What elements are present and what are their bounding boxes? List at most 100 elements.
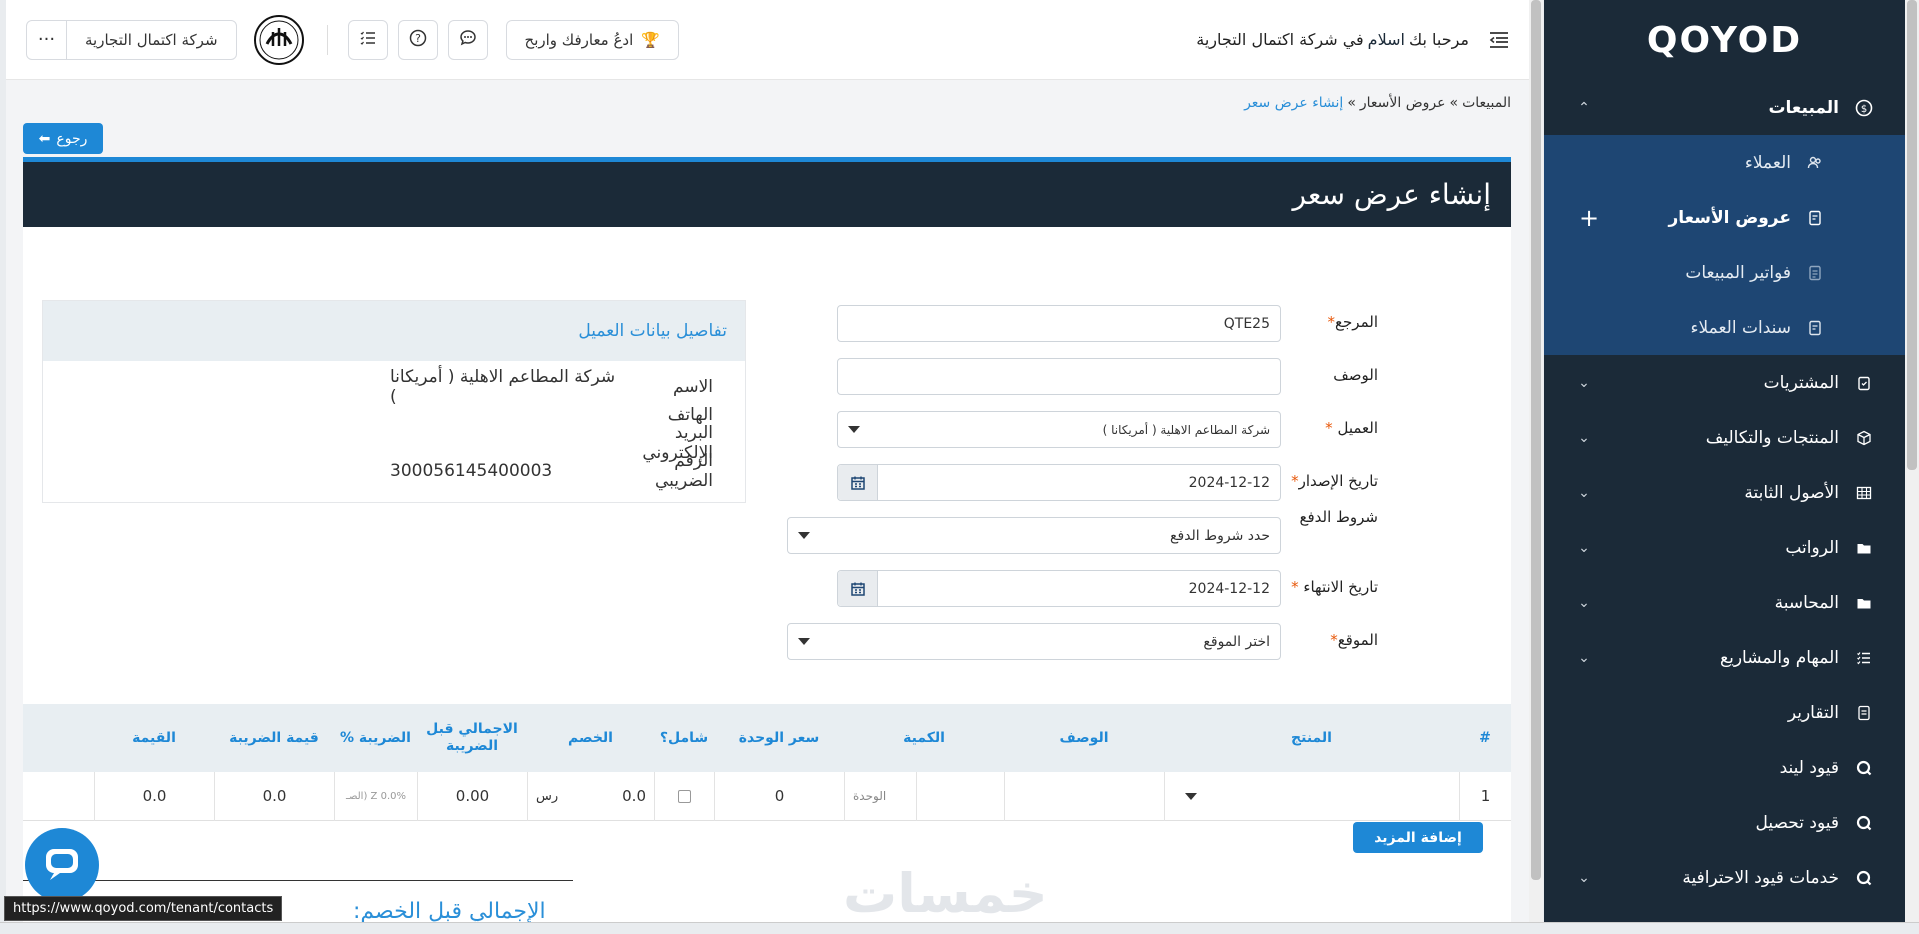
issue-date-row: تاريخ الإصدار* 2024-12-12 bbox=[791, 461, 1511, 501]
reference-field[interactable]: QTE25 bbox=[837, 305, 1281, 342]
main-scrollbar[interactable] bbox=[1529, 0, 1543, 922]
quantity-unit[interactable]: الوحدة bbox=[844, 771, 1004, 821]
receipt-icon bbox=[1805, 318, 1825, 338]
sidebar-item-customers[interactable]: العملاء bbox=[1544, 135, 1905, 190]
description-field[interactable] bbox=[837, 358, 1281, 395]
clipboard-icon bbox=[1853, 372, 1875, 394]
chevron-down-icon: ⌄ bbox=[1578, 594, 1590, 611]
back-button[interactable]: رجوع ⬅ bbox=[23, 123, 103, 154]
reference-row: المرجع* QTE25 bbox=[791, 302, 1511, 342]
sidebar-item-purchases[interactable]: المشتريات ⌄ bbox=[1544, 355, 1905, 410]
sidebar-item-products[interactable]: المنتجات والتكاليف ⌄ bbox=[1544, 410, 1905, 465]
tax-rate-select[interactable]: 0.0% Z (الصـ bbox=[334, 771, 417, 821]
folder-icon bbox=[1853, 592, 1875, 614]
breadcrumb-sales[interactable]: المبيعات bbox=[1462, 95, 1511, 111]
discount-type-select[interactable]: رس bbox=[536, 789, 558, 804]
breadcrumb-current: إنشاء عرض سعر bbox=[1244, 95, 1344, 111]
location-select[interactable]: اختر الموقع bbox=[787, 623, 1281, 660]
payment-terms-select[interactable]: حدد شروط الدفع bbox=[787, 517, 1281, 554]
arrow-left-icon: ⬅ bbox=[38, 130, 51, 147]
sidebar-item-label: سندات العملاء bbox=[1690, 317, 1792, 338]
customer-card-title: تفاصيل بيانات العميل bbox=[43, 301, 745, 361]
create-quote-panel: إنشاء عرض سعر المرجع* QTE25 الوصف العميل… bbox=[23, 157, 1511, 925]
sidebar-item-pro-services[interactable]: خدمات قيود الاحترافية ⌄ bbox=[1544, 850, 1905, 905]
dollar-icon: $ bbox=[1853, 97, 1875, 119]
chat-button[interactable] bbox=[447, 19, 488, 60]
dropdown-caret-icon bbox=[1185, 792, 1197, 800]
sidebar-item-sales[interactable]: $ المبيعات ⌃ bbox=[1544, 80, 1905, 135]
tasks-button[interactable] bbox=[347, 19, 388, 60]
support-chat-button[interactable] bbox=[25, 828, 99, 902]
sales-submenu: العملاء عروض الأسعار + فواتير المبيعات س… bbox=[1544, 135, 1905, 355]
sidebar-item-label: التقارير bbox=[1787, 702, 1839, 723]
calendar-icon[interactable] bbox=[838, 465, 878, 500]
sidebar-item-label: المهام والمشاريع bbox=[1720, 647, 1839, 668]
box-icon bbox=[1853, 427, 1875, 449]
table-header: # المنتج الوصف الكمية سعر الوحدة شامل؟ ا… bbox=[23, 704, 1511, 772]
line-items-table: # المنتج الوصف الكمية سعر الوحدة شامل؟ ا… bbox=[23, 704, 1511, 821]
chat-icon bbox=[459, 29, 477, 51]
users-icon bbox=[1805, 153, 1825, 173]
sidebar-scrollbar[interactable] bbox=[1905, 0, 1919, 922]
sidebar-item-label: المنتجات والتكاليف bbox=[1705, 427, 1839, 448]
quote-doc-icon bbox=[1805, 208, 1825, 228]
sidebar-item-label: الأصول الثابتة bbox=[1744, 482, 1839, 503]
trophy-icon: 🏆 bbox=[641, 30, 660, 49]
add-quote-icon[interactable]: + bbox=[1574, 204, 1604, 232]
dropdown-caret-icon bbox=[798, 638, 810, 645]
tax-value: 0.0 bbox=[214, 771, 334, 821]
product-select[interactable] bbox=[1164, 771, 1459, 821]
chat-bubble-icon bbox=[42, 843, 82, 887]
dropdown-caret-icon bbox=[798, 532, 810, 539]
sidebar-item-quotes[interactable]: عروض الأسعار + bbox=[1544, 190, 1905, 245]
expiry-date-row: تاريخ الانتهاء * 2024-12-12 bbox=[791, 567, 1511, 607]
company-seal-logo bbox=[251, 12, 307, 68]
user-name: اسلام bbox=[1367, 30, 1405, 49]
help-button[interactable]: ? bbox=[397, 19, 438, 60]
checklist-icon bbox=[1853, 647, 1875, 669]
pre-tax-total: 0.00 bbox=[417, 771, 527, 821]
sidebar-item-label: الرواتب bbox=[1785, 537, 1839, 558]
sidebar-item-collection[interactable]: قيود تحصيل bbox=[1544, 795, 1905, 850]
customer-select[interactable]: شركة المطاعم الاهلية ( أمريكانا ) bbox=[837, 411, 1281, 448]
chevron-up-icon: ⌃ bbox=[1578, 99, 1590, 116]
issue-date-field[interactable]: 2024-12-12 bbox=[837, 464, 1281, 501]
sidebar: QOYOD $ المبيعات ⌃ العملاء عروض الأسعار … bbox=[1544, 0, 1905, 922]
company-switcher[interactable]: شركة اكتمال التجارية ··· bbox=[26, 19, 237, 60]
company-name: شركة اكتمال التجارية bbox=[85, 30, 218, 49]
location-row: الموقع* اختر الموقع bbox=[787, 620, 1511, 660]
description-row: الوصف bbox=[791, 355, 1511, 395]
payment-terms-row: شروط الدفع حدد شروط الدفع bbox=[787, 508, 1511, 554]
breadcrumb-quotes[interactable]: عروض الأسعار bbox=[1360, 95, 1446, 111]
chevron-down-icon: ⌄ bbox=[1578, 374, 1590, 391]
search-circle-icon bbox=[1853, 757, 1875, 779]
sidebar-item-payroll[interactable]: الرواتب ⌄ bbox=[1544, 520, 1905, 575]
menu-toggle-icon[interactable] bbox=[1489, 31, 1509, 49]
sidebar-item-label: عروض الأسعار bbox=[1668, 207, 1791, 228]
qoyod-logo[interactable]: QOYOD bbox=[1544, 0, 1905, 80]
unit-price-field[interactable]: 0 bbox=[714, 771, 844, 821]
discount-field[interactable]: 0.0 رس bbox=[527, 771, 654, 821]
sidebar-item-fixed-assets[interactable]: الأصول الثابتة ⌄ bbox=[1544, 465, 1905, 520]
more-icon[interactable]: ··· bbox=[27, 20, 67, 59]
sidebar-item-lend[interactable]: قيود ليند bbox=[1544, 740, 1905, 795]
customer-row: العميل * شركة المطاعم الاهلية ( أمريكانا… bbox=[791, 408, 1511, 448]
sidebar-item-reports[interactable]: التقارير bbox=[1544, 685, 1905, 740]
sidebar-item-sales-invoices[interactable]: فواتير المبيعات bbox=[1544, 245, 1905, 300]
sidebar-item-label: فواتير المبيعات bbox=[1685, 262, 1791, 283]
add-more-button[interactable]: إضافة المزيد bbox=[1353, 822, 1483, 853]
totals-before-discount-label: الإجمالي قبل الخصم: bbox=[353, 899, 546, 924]
chevron-down-icon: ⌄ bbox=[1578, 649, 1590, 666]
line-description-input[interactable] bbox=[1004, 771, 1164, 821]
calendar-icon[interactable] bbox=[838, 571, 878, 606]
folder-icon bbox=[1853, 537, 1875, 559]
invite-earn-button[interactable]: 🏆 ادعُ معارفك واربح bbox=[505, 19, 679, 60]
sidebar-item-customer-receipts[interactable]: سندات العملاء bbox=[1544, 300, 1905, 355]
sidebar-item-tasks[interactable]: المهام والمشاريع ⌄ bbox=[1544, 630, 1905, 685]
expiry-date-field[interactable]: 2024-12-12 bbox=[837, 570, 1281, 607]
status-bar-url: https://www.qoyod.com/tenant/contacts bbox=[4, 896, 283, 921]
inclusive-checkbox[interactable] bbox=[654, 771, 714, 821]
sidebar-item-accounting[interactable]: المحاسبة ⌄ bbox=[1544, 575, 1905, 630]
search-circle-icon bbox=[1853, 812, 1875, 834]
checklist-icon bbox=[359, 29, 377, 51]
